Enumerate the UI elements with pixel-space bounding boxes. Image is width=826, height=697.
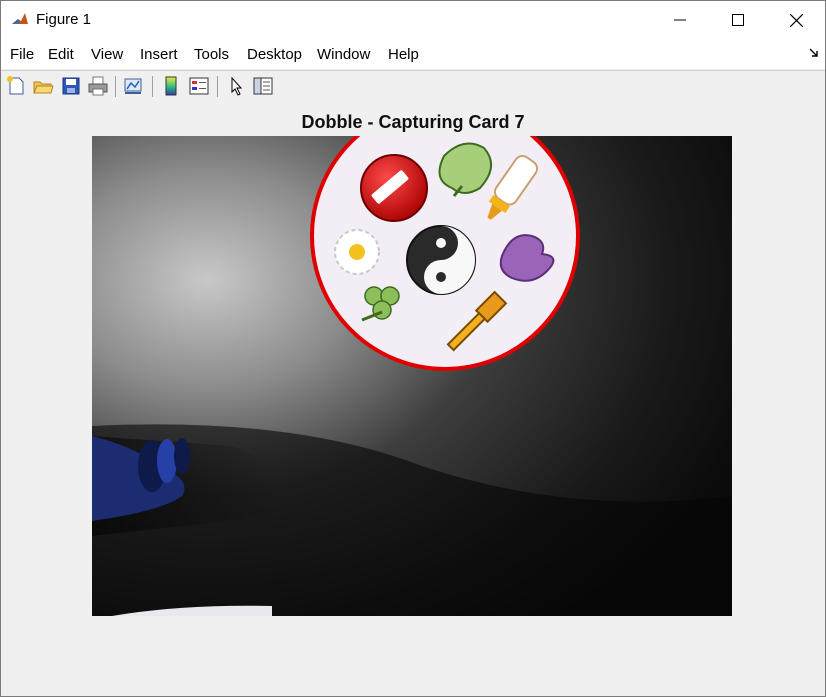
dock-arrow-icon[interactable] <box>809 48 819 58</box>
insert-colorbar-icon[interactable] <box>160 75 182 97</box>
save-icon[interactable] <box>60 75 82 97</box>
maximize-icon <box>732 14 744 26</box>
new-figure-icon[interactable] <box>5 75 27 97</box>
figure-toolbar <box>1 70 825 103</box>
menu-bar: File Edit View Insert Tools Desktop Wind… <box>1 39 825 69</box>
close-icon <box>789 13 803 27</box>
menu-insert[interactable]: Insert <box>140 46 178 63</box>
link-plot-icon[interactable] <box>122 75 144 97</box>
toolbar-separator <box>115 76 116 97</box>
menu-view[interactable]: View <box>91 46 123 63</box>
title-bar: Figure 1 <box>1 1 825 39</box>
insert-legend-icon[interactable] <box>188 75 210 97</box>
close-button[interactable] <box>767 1 825 39</box>
edit-plot-icon[interactable] <box>225 75 247 97</box>
captured-image <box>92 136 732 616</box>
maximize-button[interactable] <box>709 1 767 39</box>
figure-window: Figure 1 File Edit View Insert Tools Des… <box>0 0 826 697</box>
menu-help[interactable]: Help <box>388 46 419 63</box>
print-icon[interactable] <box>87 75 109 97</box>
matlab-icon <box>11 11 29 29</box>
menu-edit[interactable]: Edit <box>48 46 74 63</box>
property-inspector-icon[interactable] <box>252 75 274 97</box>
toolbar-separator <box>152 76 153 97</box>
minimize-icon <box>674 19 686 21</box>
menu-tools[interactable]: Tools <box>194 46 229 63</box>
open-file-icon[interactable] <box>32 75 54 97</box>
minimize-button[interactable] <box>651 1 709 39</box>
menu-file[interactable]: File <box>10 46 34 63</box>
plot-title: Dobble - Capturing Card 7 <box>301 112 525 132</box>
toolbar-separator <box>217 76 218 97</box>
camera-frame <box>92 136 732 616</box>
window-title: Figure 1 <box>36 11 92 28</box>
menu-desktop[interactable]: Desktop <box>247 46 302 63</box>
figure-canvas: Dobble - Capturing Card 7 <box>1 102 825 696</box>
menu-window[interactable]: Window <box>317 46 370 63</box>
